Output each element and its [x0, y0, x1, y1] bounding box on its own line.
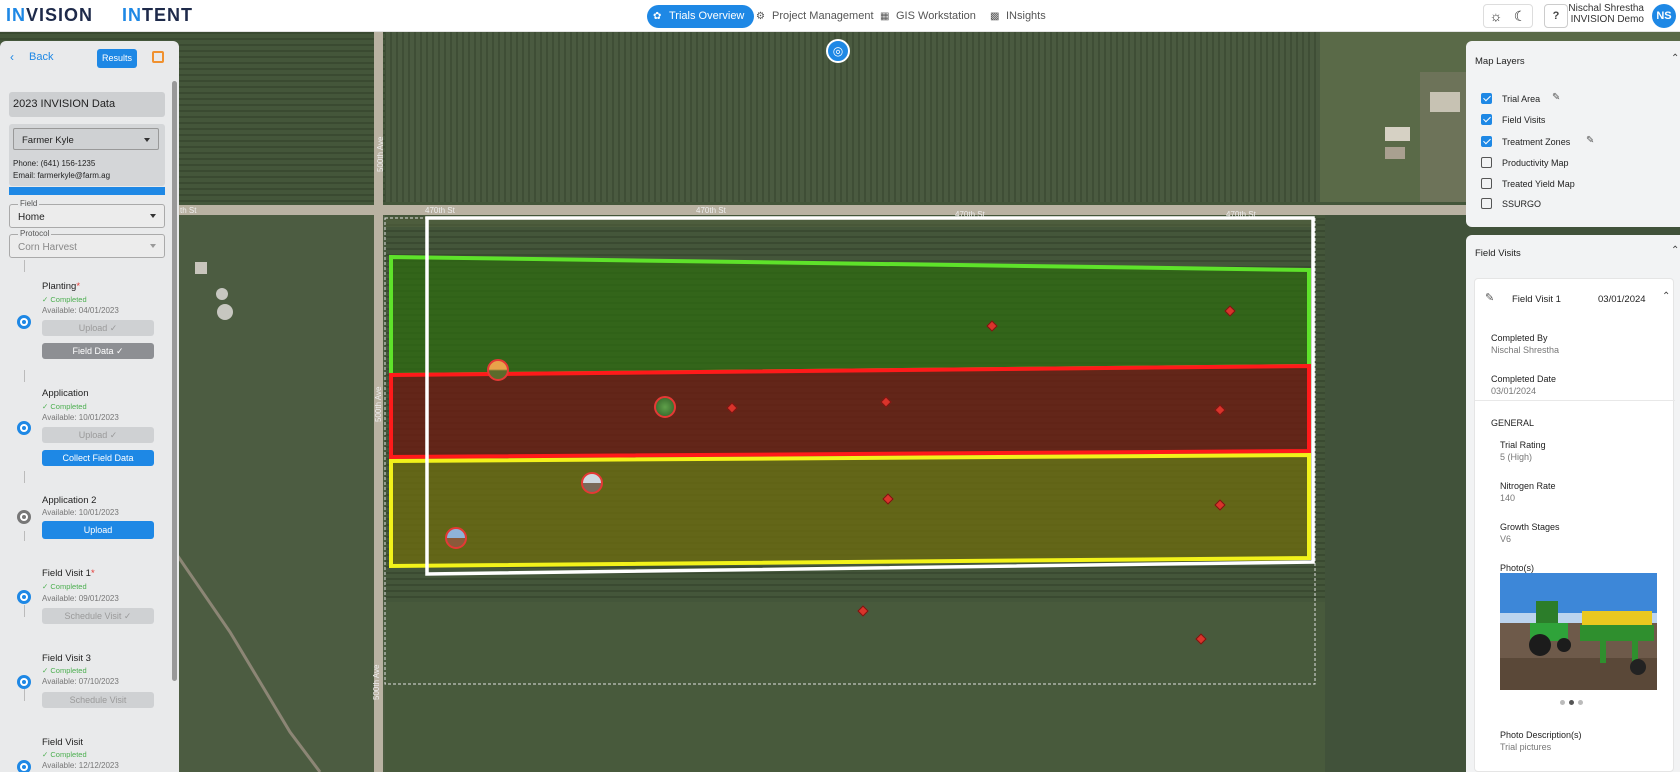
tab-insights[interactable]: ▩ INsights [984, 5, 1056, 28]
step-radio[interactable] [17, 675, 31, 689]
road-label: 500th Ave [374, 386, 383, 422]
visit-title: Field Visit 1 [1512, 294, 1561, 305]
treatment-zone-yellow[interactable] [389, 452, 1311, 569]
user-info[interactable]: Nischal Shrestha INVISION Demo [1568, 3, 1644, 25]
chart-icon: ▩ [990, 11, 1000, 22]
progress-bar [9, 187, 165, 195]
help-button[interactable]: ? [1544, 4, 1568, 28]
treatment-zone-red[interactable] [389, 363, 1311, 460]
section-general: GENERAL [1491, 418, 1535, 428]
visit-date: 03/01/2024 [1598, 294, 1646, 305]
field-select[interactable]: Field Home [9, 199, 165, 228]
farmer-card: Farmer Kyle Phone: (641) 156-1235 Email:… [9, 124, 165, 186]
road-label: 470th St [1226, 210, 1257, 219]
tab-gis-workstation[interactable]: ▦ GIS Workstation [874, 5, 986, 28]
avatar[interactable]: NS [1652, 4, 1676, 28]
layer-checkbox[interactable] [1481, 136, 1492, 147]
map-icon[interactable] [152, 51, 164, 63]
photo-marker[interactable] [654, 396, 676, 418]
step-radio[interactable] [17, 590, 31, 604]
intent-logo[interactable]: INTENT [122, 5, 193, 26]
upload-button[interactable]: Upload ✓ [42, 427, 154, 443]
chevron-down-icon [144, 138, 150, 142]
field-visits-title: Field Visits [1475, 248, 1521, 259]
field-visits-panel: Field Visits ⌃ ✎ Field Visit 1 03/01/202… [1466, 235, 1680, 772]
layer-checkbox[interactable] [1481, 114, 1492, 125]
collect-field-data-button[interactable]: Collect Field Data [42, 450, 154, 466]
left-panel: ‹ Back Results 2023 INVISION Data Farmer… [0, 41, 179, 772]
protocol-select[interactable]: Protocol Corn Harvest [9, 229, 165, 258]
farmer-select[interactable]: Farmer Kyle [13, 128, 159, 150]
status-badge: ✓ Completed [42, 582, 87, 591]
tab-trials-overview[interactable]: ✿ Trials Overview [647, 5, 755, 28]
road-label: 470th St [425, 206, 456, 215]
tab-project-management[interactable]: ⚙ Project Management [750, 5, 884, 28]
edit-icon[interactable]: ✎ [1485, 291, 1494, 304]
status-badge: ✓ Completed [42, 295, 87, 304]
project-icon: ⚙ [756, 11, 765, 22]
treatment-zone-green[interactable] [389, 254, 1311, 378]
layer-checkbox[interactable] [1481, 157, 1492, 168]
moon-icon[interactable]: ☾ [1510, 6, 1530, 26]
step-radio[interactable] [17, 421, 31, 435]
road-label: 470th St [696, 206, 727, 215]
top-bar: INVISION INTENT ✿ Trials Overview ⚙ Proj… [0, 0, 1680, 32]
road-label: 470th St [955, 210, 986, 219]
road-label: th St [180, 206, 197, 215]
field-data-button[interactable]: Field Data ✓ [42, 343, 154, 359]
map-layers-title: Map Layers [1475, 56, 1525, 67]
map-view[interactable]: 500th Ave 470th St 470th St 470th St 470… [0, 32, 1680, 772]
layer-checkbox[interactable] [1481, 93, 1492, 104]
photo-marker[interactable] [581, 472, 603, 494]
road-label: 500th Ave [376, 136, 385, 172]
step-radio[interactable] [17, 510, 31, 524]
farmer-phone: Phone: (641) 156-1235 [13, 159, 96, 168]
scrollbar[interactable] [172, 81, 177, 681]
carousel-dot[interactable] [1578, 700, 1583, 705]
locate-icon[interactable]: ◎ [826, 39, 850, 63]
road-470th-st [0, 205, 1680, 215]
chevron-up-icon[interactable]: ⌃ [1671, 53, 1679, 64]
upload-button[interactable]: Upload [42, 521, 154, 539]
dataset-title: 2023 INVISION Data [9, 92, 165, 117]
upload-button[interactable]: Upload ✓ [42, 320, 154, 336]
step-radio[interactable] [17, 760, 31, 772]
carousel-dot[interactable] [1560, 700, 1565, 705]
leaf-icon: ✿ [653, 11, 662, 22]
map-layers-panel: Map Layers ⌃ Trial Area ✎ Field Visits T… [1466, 41, 1680, 227]
sun-icon[interactable]: ☼ [1486, 6, 1506, 26]
edit-icon[interactable]: ✎ [1552, 92, 1560, 103]
chevron-up-icon[interactable]: ⌃ [1662, 291, 1670, 302]
back-button[interactable]: Back [29, 51, 53, 63]
back-link[interactable]: ‹ [10, 50, 14, 64]
invision-logo[interactable]: INVISION [6, 5, 93, 26]
status-badge: ✓ Completed [42, 750, 87, 759]
results-button[interactable]: Results [97, 49, 137, 68]
chevron-down-icon [150, 214, 156, 218]
logo-left-text: VISION [26, 5, 94, 25]
chevron-up-icon[interactable]: ⌃ [1671, 245, 1679, 256]
grid-icon: ▦ [880, 11, 890, 22]
schedule-visit-button[interactable]: Schedule Visit ✓ [42, 608, 154, 624]
status-badge: ✓ Completed [42, 402, 87, 411]
layer-checkbox[interactable] [1481, 198, 1492, 209]
step-radio[interactable] [17, 315, 31, 329]
edit-icon[interactable]: ✎ [1586, 135, 1594, 146]
schedule-visit-button[interactable]: Schedule Visit [42, 692, 154, 708]
field-visit-card: ✎ Field Visit 1 03/01/2024 ⌃ Completed B… [1474, 278, 1675, 772]
satellite-imagery: 500th Ave 470th St 470th St 470th St 470… [0, 32, 1680, 772]
chevron-down-icon [150, 244, 156, 248]
road-label: 500th Ave [372, 664, 381, 700]
photo-marker[interactable] [487, 359, 509, 381]
photo-marker[interactable] [445, 527, 467, 549]
layer-checkbox[interactable] [1481, 178, 1492, 189]
tractor-photo[interactable] [1500, 573, 1657, 690]
farmer-email: Email: farmerkyle@farm.ag [13, 171, 111, 180]
carousel-dot[interactable] [1569, 700, 1574, 705]
status-badge: ✓ Completed [42, 666, 87, 675]
